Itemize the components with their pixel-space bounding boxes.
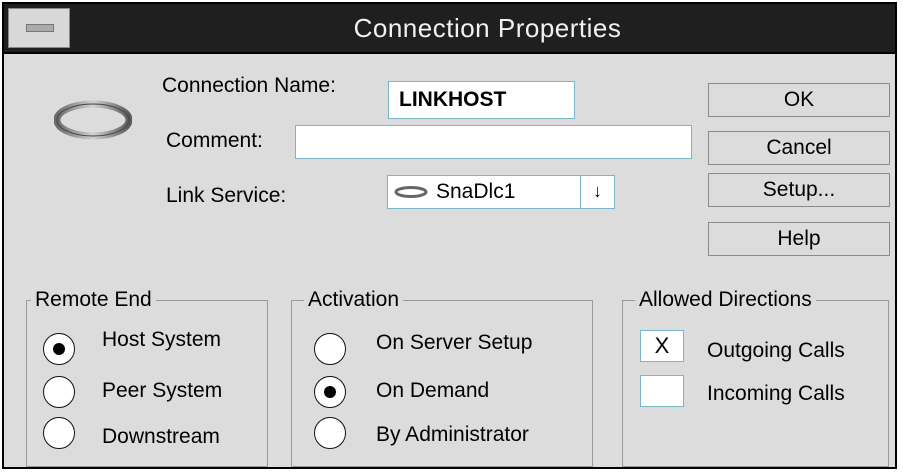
connection-name-field[interactable]: LINKHOST [388,81,575,119]
window-title: Connection Properties [353,13,622,43]
link-service-dropdown[interactable]: SnaDlc1 ↓ [387,175,615,209]
cancel-button[interactable]: Cancel [708,131,890,165]
link-service-value: SnaDlc1 [436,180,516,203]
ok-button[interactable]: OK [708,83,890,117]
ring-icon [54,100,132,140]
radio-downstream-label: Downstream [102,425,220,448]
radio-on-server-setup-label: On Server Setup [376,331,533,354]
ring-icon [394,186,428,198]
outgoing-calls-label: Outgoing Calls [707,339,845,362]
dropdown-arrow-icon[interactable]: ↓ [580,176,614,208]
system-menu-button[interactable] [8,8,70,48]
help-button[interactable]: Help [708,222,890,256]
remote-end-title: Remote End [31,287,156,313]
activation-title: Activation [304,287,404,313]
radio-peer-system-label: Peer System [102,379,223,402]
radio-peer-system[interactable] [43,376,75,408]
comment-label: Comment: [166,129,263,152]
radio-selected-dot [324,386,336,398]
radio-host-system-label: Host System [102,328,222,351]
radio-on-server-setup[interactable] [314,333,346,365]
link-service-label: Link Service: [166,184,287,207]
connection-properties-dialog: Connection Properties Connection Name: L… [2,2,897,469]
radio-by-administrator[interactable] [314,417,346,449]
radio-host-system[interactable] [43,333,75,365]
radio-on-demand[interactable] [314,376,346,408]
connection-name-label: Connection Name: [162,74,336,97]
radio-selected-dot [53,343,65,355]
system-menu-icon [26,24,54,32]
allowed-directions-title: Allowed Directions [635,287,816,313]
radio-on-demand-label: On Demand [376,379,490,402]
incoming-calls-checkbox[interactable] [640,375,684,407]
incoming-calls-label: Incoming Calls [707,382,845,405]
setup-button[interactable]: Setup... [708,173,890,207]
radio-by-administrator-label: By Administrator [376,423,529,446]
title-bar: Connection Properties [4,4,895,54]
outgoing-calls-checkbox[interactable]: X [640,330,684,362]
radio-downstream[interactable] [43,417,75,449]
comment-field[interactable] [295,125,692,159]
